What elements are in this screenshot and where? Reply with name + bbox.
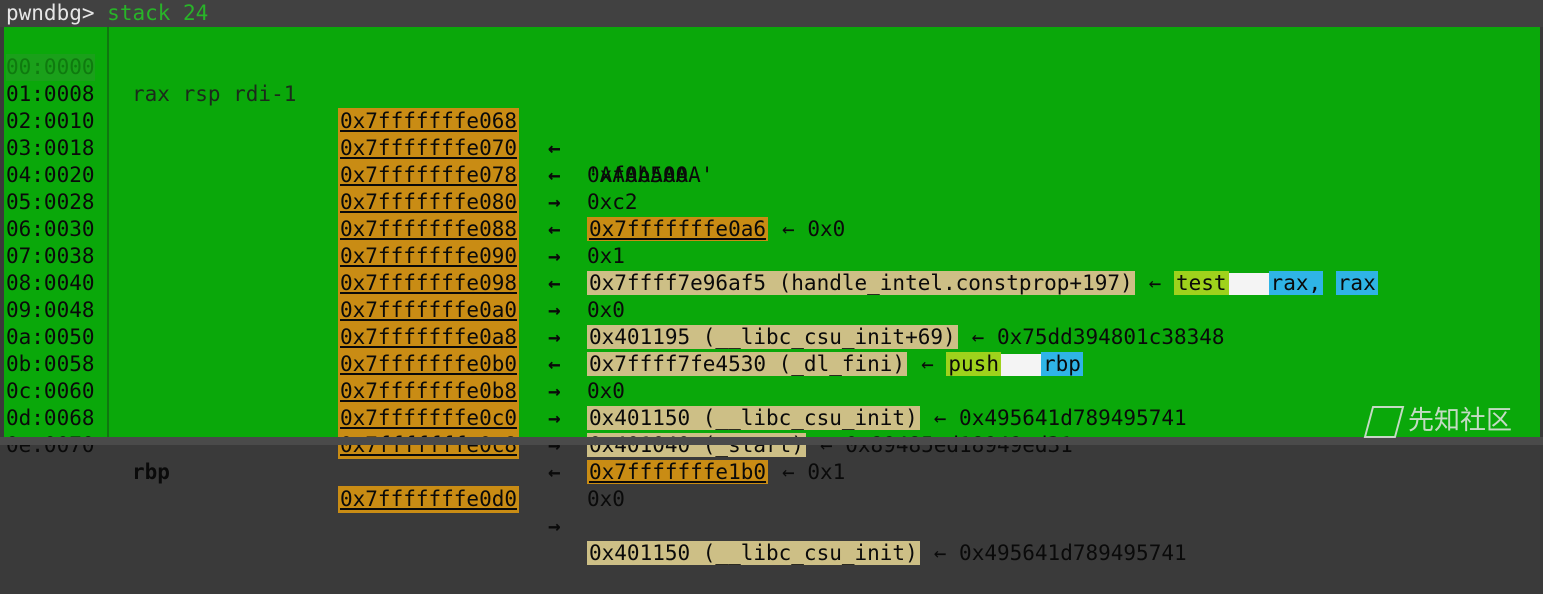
stack-row: 04:0020 0x7fffffffe080 ← 0x1	[4, 135, 1540, 268]
stack-row: 09:0048 0x7fffffffe0a8 ← 0x0	[4, 270, 1540, 403]
arrow-icon: →	[548, 514, 561, 538]
next-row-strip	[0, 437, 1543, 445]
stack-output-pane: 00:0000 rax rsp rdi-1 0x7fffffffe060 ← '…	[4, 27, 1540, 565]
stack-address: 0x7fffffffe0d0	[338, 486, 520, 513]
column-divider	[107, 27, 109, 437]
stack-row: 03:0018 0x7fffffffe078 → 0x7fffffffe0a6 ←…	[4, 108, 1540, 241]
stack-row: 0e:0070 rbp 0x7fffffffe0d0 → 0x401150 (_…	[4, 405, 1540, 565]
stack-row: 05:0028 0x7fffffffe088 → 0x7ffff7e96af5 …	[4, 162, 1540, 295]
stack-row: 07:0038 0x7fffffffe098 → 0x401195 (__lib…	[4, 216, 1540, 349]
stack-row: 0c:0060 0x7fffffffe0c0 → 0x7fffffffe1b0 ←…	[4, 351, 1540, 484]
stack-row: 01:0008 0x7fffffffe068 ← 0xf0b500	[4, 54, 1540, 187]
deref-value: 0x495641d789495741	[959, 541, 1187, 565]
watermark-text: 先知社区	[1408, 406, 1513, 436]
arrow-icon: ←	[933, 541, 947, 565]
arrow-icon: ←	[782, 460, 795, 484]
pointer-value: 0x7fffffffe1b0	[587, 460, 769, 484]
stack-row: 00:0000 rax rsp rdi-1 0x7fffffffe060 ← '…	[4, 27, 1540, 187]
command-line[interactable]: pwndbg> stack 24	[0, 0, 1543, 27]
stack-value: 0x0	[587, 487, 625, 511]
register-labels: rbp	[132, 460, 170, 484]
deref-value: 0x1	[807, 460, 846, 484]
prompt: pwndbg>	[6, 1, 95, 25]
code-pointer: 0x401150 (__libc_csu_init)	[587, 541, 920, 565]
watermark-logo-icon	[1363, 405, 1405, 438]
stack-value-group: 0x7fffffffe1b0 ← 0x1	[587, 459, 845, 486]
stack-row: 08:0040 0x7fffffffe0a0 → 0x7ffff7fe4530 …	[4, 243, 1540, 376]
stack-row: 02:0010 0x7fffffffe070 ← 0xc2	[4, 81, 1540, 214]
stack-value-group: 0x401150 (__libc_csu_init) ← 0x495641d789…	[587, 540, 1187, 567]
watermark: 先知社区	[1363, 400, 1513, 438]
arrow-icon: ←	[548, 460, 561, 484]
stack-row: 0a:0050 0x7fffffffe0b0 → 0x401150 (__lib…	[4, 297, 1540, 430]
stack-row: 0b:0058 0x7fffffffe0b8 → 0x401040 (_star…	[4, 324, 1540, 457]
stack-row: 0d:0068 0x7fffffffe0c8 ← 0x0	[4, 378, 1540, 511]
command-text: stack 24	[107, 1, 209, 25]
stack-row: 06:0030 0x7fffffffe090 ← 0x0	[4, 189, 1540, 322]
